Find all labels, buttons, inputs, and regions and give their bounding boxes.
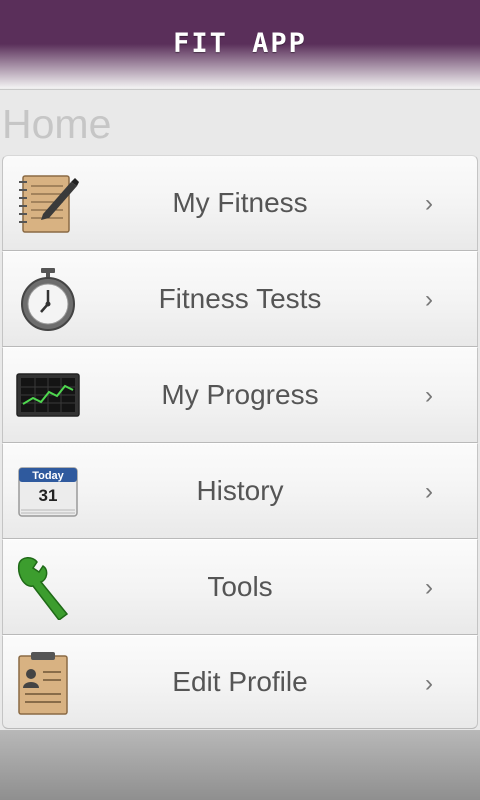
menu-item-my-progress[interactable]: My Progress ›: [2, 347, 478, 443]
app-title: FIT APP: [173, 28, 307, 59]
menu-item-fitness-tests[interactable]: Fitness Tests ›: [2, 251, 478, 347]
chevron-right-icon: ›: [425, 286, 433, 313]
chevron-right-icon: ›: [425, 478, 433, 505]
menu-item-label: My Progress: [161, 379, 319, 410]
app-header: FIT APP: [0, 0, 480, 90]
chevron-right-icon: ›: [425, 382, 433, 409]
menu-item-my-fitness[interactable]: My Fitness ›: [2, 155, 478, 251]
chevron-right-icon: ›: [425, 190, 433, 217]
menu-item-tools[interactable]: Tools ›: [2, 539, 478, 635]
menu-item-history[interactable]: Today 31 History ›: [2, 443, 478, 539]
footer-bar: [0, 730, 480, 800]
chevron-right-icon: ›: [425, 574, 433, 601]
menu-item-label: Tools: [207, 571, 273, 602]
menu-item-label: Fitness Tests: [158, 283, 322, 314]
menu-item-label: History: [196, 475, 284, 506]
menu-item-edit-profile[interactable]: Edit Profile ›: [2, 635, 478, 729]
page-title: Home: [2, 101, 112, 147]
main-menu: My Fitness › Fitness Tests › My Progress…: [2, 155, 478, 729]
menu-item-label: My Fitness: [172, 187, 308, 218]
chevron-right-icon: ›: [425, 670, 433, 697]
menu-item-label: Edit Profile: [172, 666, 308, 697]
